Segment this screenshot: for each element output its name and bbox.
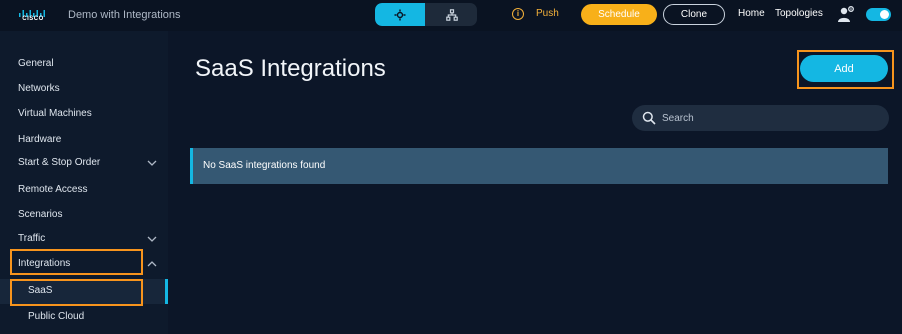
cisco-logo[interactable]: CISCO: [18, 6, 48, 24]
chevron-down-icon: [147, 160, 157, 166]
sidebar: General Networks Virtual Machines Hardwa…: [0, 31, 168, 334]
topology-view-button[interactable]: [426, 3, 477, 26]
chevron-down-icon: [147, 236, 157, 242]
integrations-highlight: [10, 249, 143, 275]
sidebar-item-label: Networks: [18, 83, 60, 94]
search-box[interactable]: [632, 105, 889, 131]
toggle-knob: [880, 10, 889, 19]
top-bar: CISCO Demo with Integrations i Push Sche…: [0, 0, 902, 31]
view-toggle: [375, 3, 477, 26]
sidebar-item-label: Public Cloud: [28, 311, 85, 322]
sidebar-item-networks[interactable]: Networks: [0, 77, 168, 102]
nav-topologies-link[interactable]: Topologies: [775, 8, 823, 19]
schedule-button[interactable]: Schedule: [581, 4, 657, 25]
sidebar-item-label: Traffic: [18, 233, 46, 244]
user-settings-icon[interactable]: [837, 5, 855, 23]
sidebar-item-start-stop-order[interactable]: Start & Stop Order: [0, 151, 168, 176]
chevron-up-icon: [147, 261, 157, 267]
sidebar-item-public-cloud[interactable]: Public Cloud: [0, 305, 168, 330]
sidebar-item-label: Hardware: [18, 134, 62, 145]
topology-view-icon: [445, 8, 458, 21]
design-view-icon: [394, 9, 406, 20]
sidebar-item-hardware[interactable]: Hardware: [0, 128, 168, 153]
design-view-button[interactable]: [375, 3, 425, 26]
logo-text: CISCO: [22, 16, 44, 22]
add-button[interactable]: Add: [800, 55, 888, 82]
page-title: SaaS Integrations: [195, 55, 386, 82]
push-label: Push: [536, 8, 559, 19]
sidebar-item-virtual-machines[interactable]: Virtual Machines: [0, 102, 168, 127]
sidebar-item-scenarios[interactable]: Scenarios: [0, 203, 168, 228]
sidebar-item-label: Virtual Machines: [18, 108, 92, 119]
active-indicator: [165, 279, 168, 304]
nav-home-link[interactable]: Home: [738, 8, 765, 19]
empty-state-banner: No SaaS integrations found: [190, 148, 888, 184]
empty-state-message: No SaaS integrations found: [203, 160, 326, 171]
info-icon: i: [512, 8, 524, 20]
sidebar-item-label: Start & Stop Order: [18, 157, 101, 168]
search-input[interactable]: [662, 105, 882, 131]
sidebar-item-remote-access[interactable]: Remote Access: [0, 178, 168, 203]
sidebar-item-general[interactable]: General: [0, 52, 168, 77]
saas-highlight: [10, 279, 143, 306]
sidebar-item-label: General: [18, 58, 54, 69]
app-title: Demo with Integrations: [68, 9, 181, 21]
clone-button[interactable]: Clone: [663, 4, 725, 25]
toggle-switch[interactable]: [866, 8, 891, 21]
sidebar-item-label: Remote Access: [18, 184, 88, 195]
search-icon: [642, 111, 656, 125]
sidebar-item-label: Scenarios: [18, 209, 63, 220]
